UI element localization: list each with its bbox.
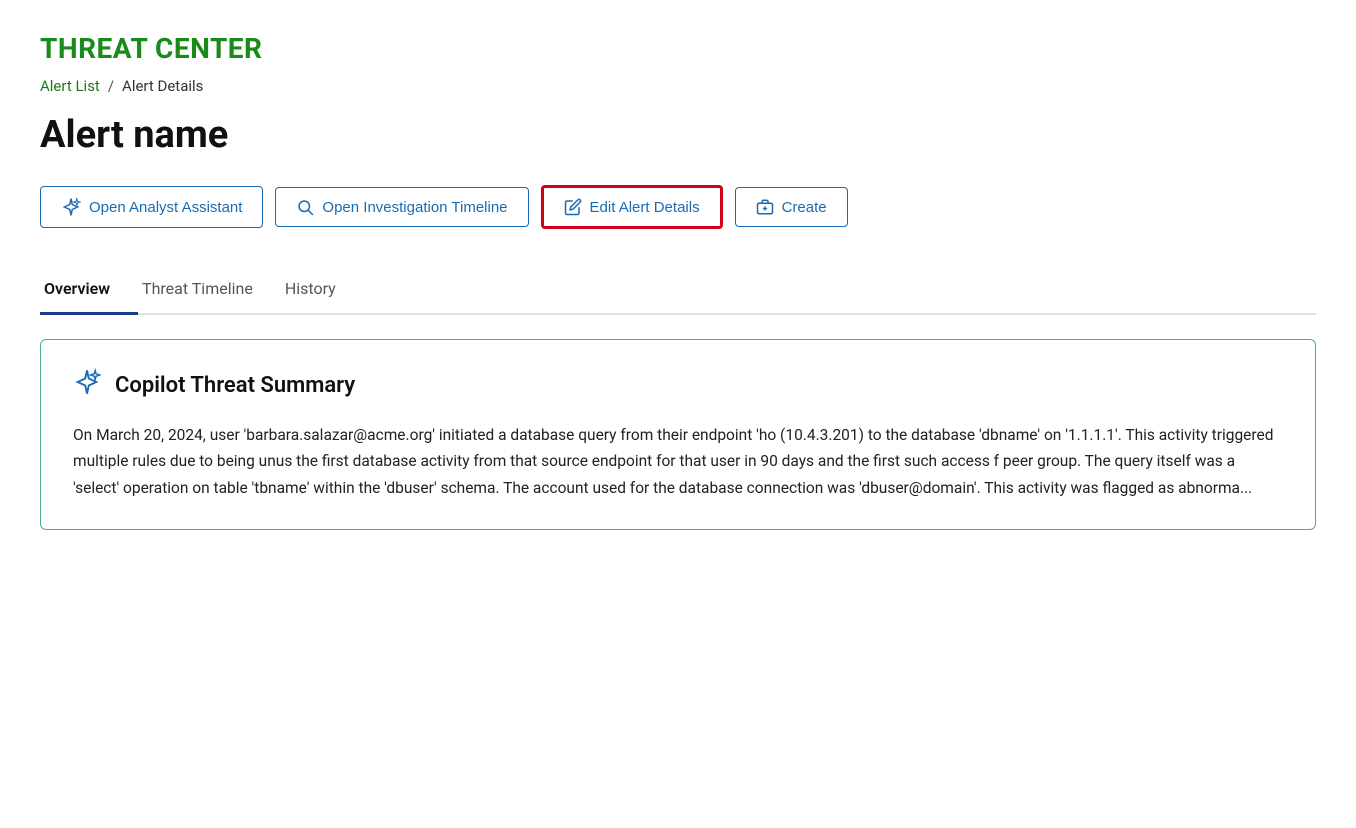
action-buttons-bar: Open Analyst Assistant Open Investigatio… (40, 185, 1316, 229)
breadcrumb-separator: / (108, 77, 114, 95)
briefcase-icon (756, 198, 774, 216)
tab-threat-timeline[interactable]: Threat Timeline (138, 265, 281, 315)
breadcrumb-alert-list[interactable]: Alert List (40, 77, 100, 95)
copilot-card-body: On March 20, 2024, user 'barbara.salazar… (73, 422, 1283, 501)
open-investigation-timeline-label: Open Investigation Timeline (322, 199, 507, 216)
edit-alert-details-button[interactable]: Edit Alert Details (541, 185, 723, 229)
copilot-card-title: Copilot Threat Summary (115, 373, 355, 398)
search-icon (296, 198, 314, 216)
page-container: THREAT CENTER Alert List / Alert Details… (0, 0, 1356, 530)
tab-history[interactable]: History (281, 265, 364, 315)
create-button[interactable]: Create (735, 187, 848, 227)
create-label: Create (782, 199, 827, 216)
copilot-threat-summary-card: Copilot Threat Summary On March 20, 2024… (40, 339, 1316, 530)
alert-name: Alert name (40, 113, 1316, 157)
sparkle-icon (61, 197, 81, 217)
breadcrumb: Alert List / Alert Details (40, 77, 1316, 95)
open-analyst-assistant-button[interactable]: Open Analyst Assistant (40, 186, 263, 228)
content-area: Copilot Threat Summary On March 20, 2024… (40, 315, 1316, 530)
edit-icon (564, 198, 582, 216)
app-title: THREAT CENTER (40, 32, 1316, 65)
breadcrumb-current-page: Alert Details (122, 77, 203, 95)
open-analyst-assistant-label: Open Analyst Assistant (89, 199, 242, 216)
tab-overview[interactable]: Overview (40, 265, 138, 315)
tabs-bar: Overview Threat Timeline History (40, 265, 1316, 315)
edit-alert-details-label: Edit Alert Details (590, 199, 700, 216)
copilot-sparkle-icon (73, 368, 101, 402)
open-investigation-timeline-button[interactable]: Open Investigation Timeline (275, 187, 528, 227)
copilot-card-header: Copilot Threat Summary (73, 368, 1283, 402)
